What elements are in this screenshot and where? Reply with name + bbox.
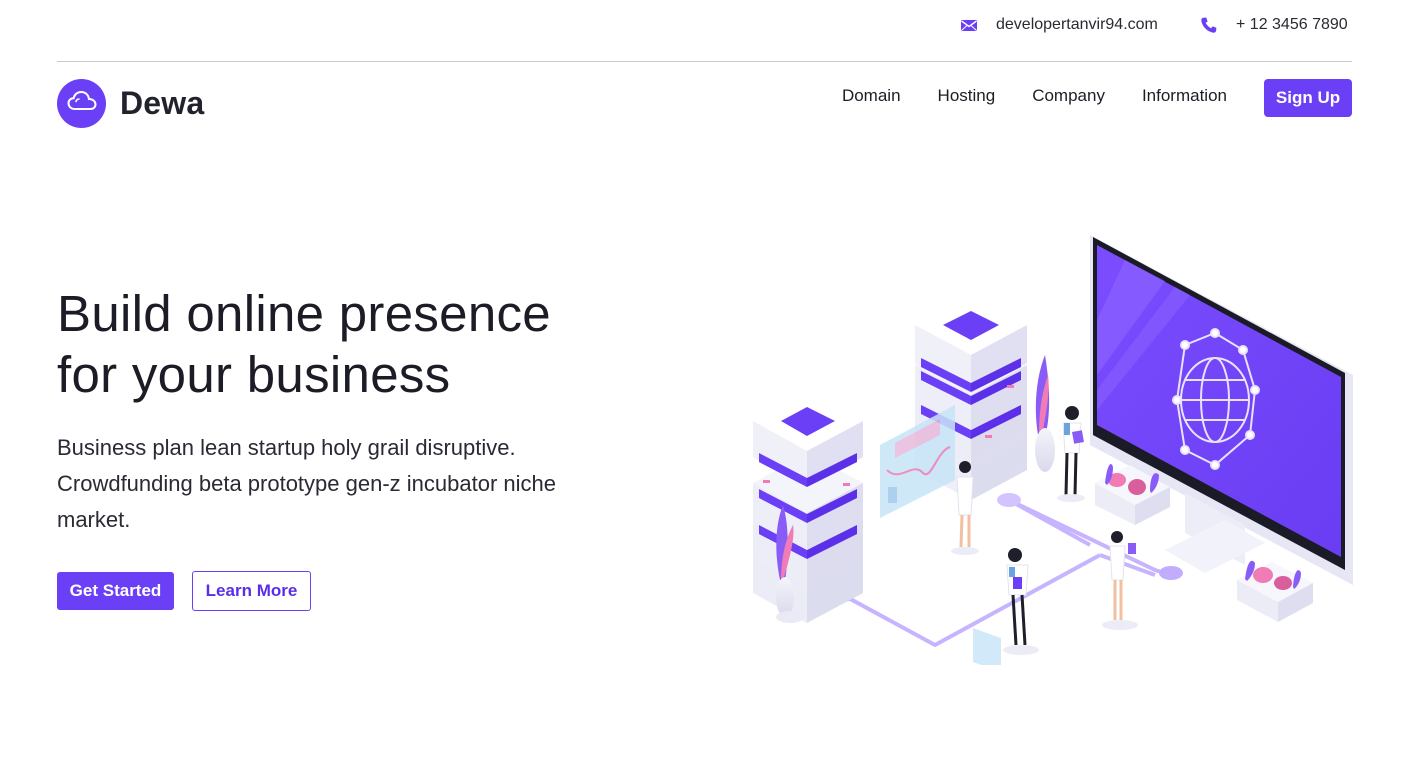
server-stack-left [753,391,863,623]
learn-more-button[interactable]: Learn More [192,571,311,611]
hero-title: Build online presence for your business [57,283,617,405]
plant-middle [1035,355,1055,472]
contact-email[interactable]: developertanvir94.com [960,16,1158,34]
phone-icon [1200,16,1218,34]
contact-phone-text[interactable]: + 12 3456 7890 [1236,16,1348,34]
nav-item-information[interactable]: Information [1142,86,1227,106]
hero-title-line-1: Build online presence [57,285,551,342]
planter-box-right [1237,560,1313,622]
contact-phone[interactable]: + 12 3456 7890 [1200,16,1348,34]
logo-badge [57,79,106,128]
cloud-icon [66,89,98,118]
nav-item-hosting[interactable]: Hosting [938,86,996,106]
main-navbar: Dewa Domain Hosting Company Information … [57,78,1352,130]
top-contact-bar: developertanvir94.com + 12 3456 7890 [57,0,1352,62]
hero-title-line-2: for your business [57,346,451,403]
brand-name[interactable]: Dewa [120,85,204,122]
hero-actions: Get Started Learn More [57,571,617,611]
person-tablet-top [1057,406,1085,502]
brand-logo[interactable]: Dewa [57,79,204,128]
signup-button[interactable]: Sign Up [1264,79,1352,117]
hero-description: Business plan lean startup holy grail di… [57,435,556,532]
hero-section: Build online presence for your business … [57,283,617,611]
monitor-screen [1090,235,1353,585]
contact-email-text[interactable]: developertanvir94.com [996,16,1158,34]
isometric-hosting-illustration [745,225,1357,673]
mail-icon [960,16,978,34]
nav-item-company[interactable]: Company [1032,86,1105,106]
nav-item-domain[interactable]: Domain [842,86,901,106]
get-started-button[interactable]: Get Started [57,572,174,610]
primary-nav: Domain Hosting Company Information [842,86,1227,106]
